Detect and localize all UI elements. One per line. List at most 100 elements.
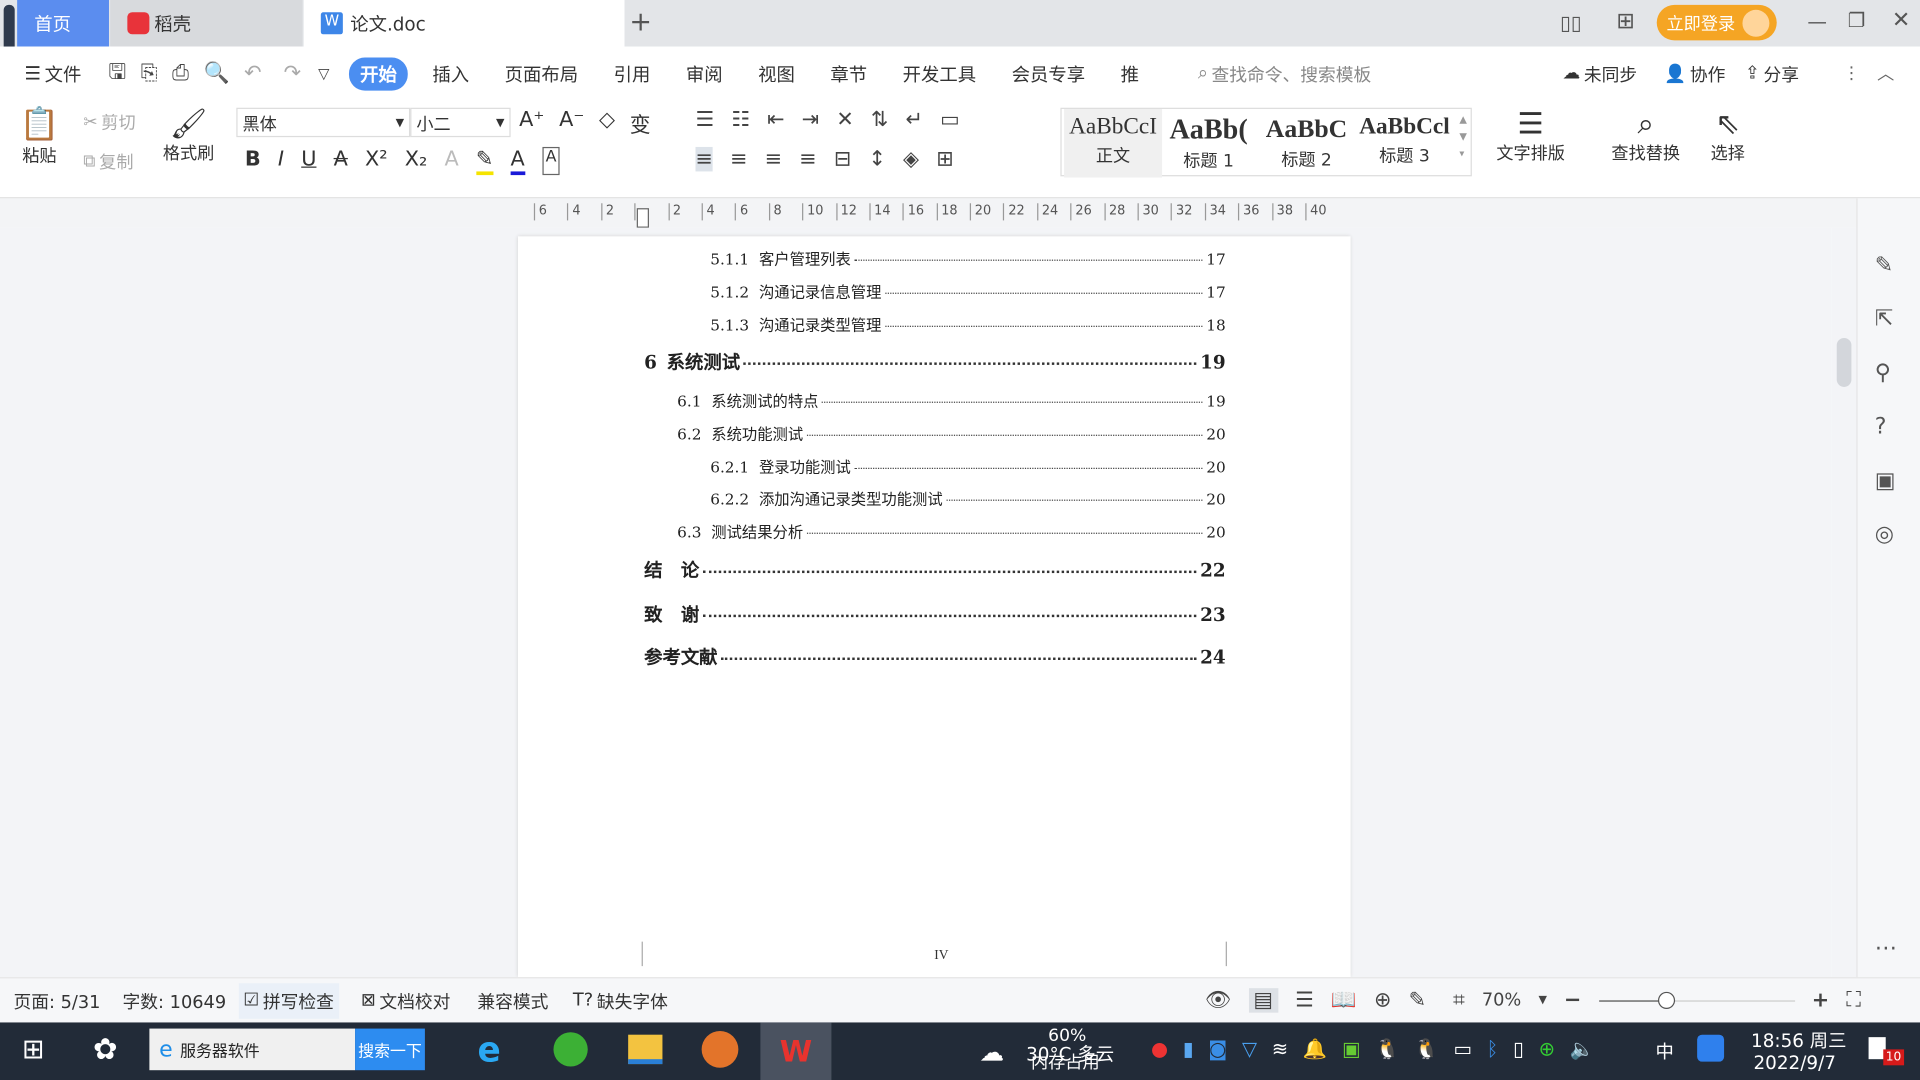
qq-icon[interactable]: 🐧 xyxy=(1414,1037,1438,1060)
zoom-out-button[interactable]: − xyxy=(1564,988,1581,1012)
write-mode-icon[interactable]: ✎ xyxy=(1409,988,1426,1012)
menu-tab[interactable]: 开始 xyxy=(349,56,408,91)
nvidia-icon[interactable]: ▣ xyxy=(1342,1037,1361,1060)
sort-icon[interactable]: ⇅ xyxy=(871,108,888,132)
app-swirl-icon[interactable]: ✿ xyxy=(93,1032,118,1066)
shrink-font-icon[interactable]: A⁻ xyxy=(559,108,584,139)
print-preview-icon[interactable]: 🔍 xyxy=(203,61,229,85)
grow-font-icon[interactable]: A⁺ xyxy=(519,108,544,139)
menu-tab[interactable]: 章节 xyxy=(819,57,878,90)
collab-button[interactable]: 👤 协作 xyxy=(1664,61,1725,87)
taskbar-search-button[interactable]: 搜索一下 xyxy=(355,1028,425,1071)
internet-explorer-icon[interactable]: e xyxy=(478,1030,501,1070)
style-heading-3[interactable]: AaBbCcl 标题 3 xyxy=(1356,109,1454,178)
eye-protection-icon[interactable]: 👁 xyxy=(1205,988,1231,1012)
pinyin-icon[interactable]: 变 xyxy=(630,108,651,138)
line-spacing-icon[interactable]: ↕ xyxy=(868,147,885,171)
indent-marker[interactable] xyxy=(636,208,649,228)
zoom-slider-knob[interactable] xyxy=(1657,991,1675,1009)
text-effect-icon[interactable]: A xyxy=(445,147,459,175)
more-icon[interactable]: ⋯ xyxy=(1875,936,1897,962)
restore-button[interactable]: ❐ xyxy=(1848,9,1866,32)
copy-button[interactable]: ⧉ 复制 xyxy=(83,149,133,173)
bluetooth-icon[interactable]: ᛒ xyxy=(1487,1037,1499,1060)
close-button[interactable]: ✕ xyxy=(1892,7,1910,33)
paste-button[interactable]: 📋 粘贴 xyxy=(20,107,60,168)
horizontal-ruler[interactable]: 6 4 2 2 4 6 8 10 12 14 16 18 20 22 24 26 28 30 32 34 36 38 40 xyxy=(0,198,1920,228)
page-count[interactable]: 页面: 5/31 xyxy=(13,988,100,1014)
missing-font-button[interactable]: T? 缺失字体 xyxy=(573,988,668,1014)
align-right-icon[interactable]: ≡ xyxy=(765,147,782,171)
menu-tab[interactable]: 视图 xyxy=(747,57,806,90)
battery-icon[interactable]: ▭ xyxy=(1453,1037,1472,1060)
redo-icon[interactable]: ↷ xyxy=(284,61,301,85)
tab-document[interactable]: W 论文.doc xyxy=(303,0,625,47)
compat-mode[interactable]: 兼容模式 xyxy=(477,988,548,1014)
text-layout-button[interactable]: ☰ 文字排版 xyxy=(1496,107,1565,166)
help-icon[interactable]: ? xyxy=(1875,414,1887,440)
increase-indent-icon[interactable]: ⇥ xyxy=(802,108,819,132)
taskbar-search-input[interactable]: e 服务器软件 xyxy=(149,1028,356,1071)
more-icon[interactable]: ⋮ xyxy=(1843,64,1860,84)
command-search[interactable]: ⌕ 查找命令、搜索模板 xyxy=(1198,61,1371,87)
distribute-icon[interactable]: ⊟ xyxy=(834,147,851,171)
export-icon[interactable]: ⎘ xyxy=(141,61,158,85)
strikethrough-icon[interactable]: A xyxy=(334,147,348,175)
toc-entry[interactable]: 6.3 测试结果分析 20 xyxy=(677,519,1226,542)
share-button[interactable]: ⇪ 分享 xyxy=(1745,61,1799,87)
format-painter-button[interactable]: 🖌 格式刷 xyxy=(163,107,214,166)
ime-indicator[interactable]: 中 xyxy=(1656,1038,1674,1064)
decrease-indent-icon[interactable]: ⇤ xyxy=(767,108,784,132)
styles-scroll[interactable]: ▲ ▼ ▾ xyxy=(1459,111,1467,162)
page-view-icon[interactable]: ▤ xyxy=(1248,988,1278,1013)
find-replace-button[interactable]: ⌕ 查找替换 xyxy=(1611,107,1680,166)
char-border-icon[interactable]: A xyxy=(541,146,561,176)
toc-entry[interactable]: 参考文献 24 xyxy=(644,644,1226,670)
select-button[interactable]: ⇖ 选择 xyxy=(1711,107,1745,166)
shading-icon[interactable]: ◈ xyxy=(903,147,919,171)
menu-tab[interactable]: 推 xyxy=(1110,57,1150,90)
toc-entry[interactable]: 5.1.3 沟通记录类型管理 18 xyxy=(710,312,1226,335)
align-center-icon[interactable]: ≡ xyxy=(730,147,747,171)
style-heading-2[interactable]: AaBbC 标题 2 xyxy=(1258,109,1356,178)
document-page[interactable]: 5.1.1 客户管理列表 17 5.1.2 沟通记录信息管理 17 5.1.3 沟通记录类型管… xyxy=(517,236,1351,978)
menu-tab[interactable]: 开发工具 xyxy=(892,57,988,90)
browser-360-icon[interactable] xyxy=(553,1032,588,1067)
spell-check-button[interactable]: ☑ 拼写检查 xyxy=(238,982,339,1019)
volume-icon[interactable]: 🔈 xyxy=(1570,1037,1594,1060)
zoom-slider[interactable] xyxy=(1598,991,1795,1009)
superscript-icon[interactable]: X² xyxy=(365,147,388,175)
clear-format-icon[interactable]: ◇ xyxy=(599,108,615,139)
menu-tab[interactable]: 插入 xyxy=(421,57,480,90)
tab-daoke[interactable]: 稻壳 xyxy=(110,0,303,47)
menu-tab[interactable]: 引用 xyxy=(603,57,662,90)
pointer-icon[interactable]: ⇱ xyxy=(1875,306,1893,332)
toc-entry[interactable]: 5.1.1 客户管理列表 17 xyxy=(710,246,1226,269)
print-icon[interactable]: ⎙ xyxy=(172,61,189,85)
sync-button[interactable]: ☁ 未同步 xyxy=(1562,61,1637,87)
bold-icon[interactable]: B xyxy=(245,147,261,175)
login-button[interactable]: 立即登录 xyxy=(1656,4,1777,41)
reading-view-icon[interactable]: 📖 xyxy=(1331,988,1357,1012)
wifi-icon[interactable]: ≋ xyxy=(1272,1037,1288,1060)
toc-entry[interactable]: 5.1.2 沟通记录信息管理 17 xyxy=(710,279,1226,302)
proofread-button[interactable]: ⊠ 文档校对 xyxy=(361,988,451,1014)
tray-app-icon[interactable]: ● xyxy=(1151,1037,1168,1060)
toc-entry[interactable]: 6.2 系统功能测试 20 xyxy=(677,421,1226,444)
windows-start-icon[interactable]: ⊞ xyxy=(22,1035,45,1066)
menu-tab[interactable]: 页面布局 xyxy=(494,57,590,90)
justify-icon[interactable]: ≡ xyxy=(799,147,816,171)
file-explorer-icon[interactable] xyxy=(628,1034,663,1065)
show-marks-icon[interactable]: ↵ xyxy=(906,108,923,132)
file-menu[interactable]: ☰ 文件 xyxy=(24,61,81,87)
bullet-list-icon[interactable]: ☰ xyxy=(696,108,715,132)
subscript-icon[interactable]: X₂ xyxy=(405,147,428,175)
align-left-icon[interactable]: ≡ xyxy=(695,146,713,172)
edit-icon[interactable]: ✎ xyxy=(1875,252,1893,278)
bell-icon[interactable]: 🔔 xyxy=(1303,1037,1327,1060)
chinese-layout-icon[interactable]: ✕ xyxy=(836,108,853,132)
tab-home[interactable]: 首页 xyxy=(17,0,109,47)
style-normal[interactable]: AaBbCcI 正文 xyxy=(1064,108,1163,178)
toc-entry[interactable]: 6 系统测试 19 xyxy=(644,349,1226,375)
vertical-scrollbar[interactable] xyxy=(1831,227,1857,978)
